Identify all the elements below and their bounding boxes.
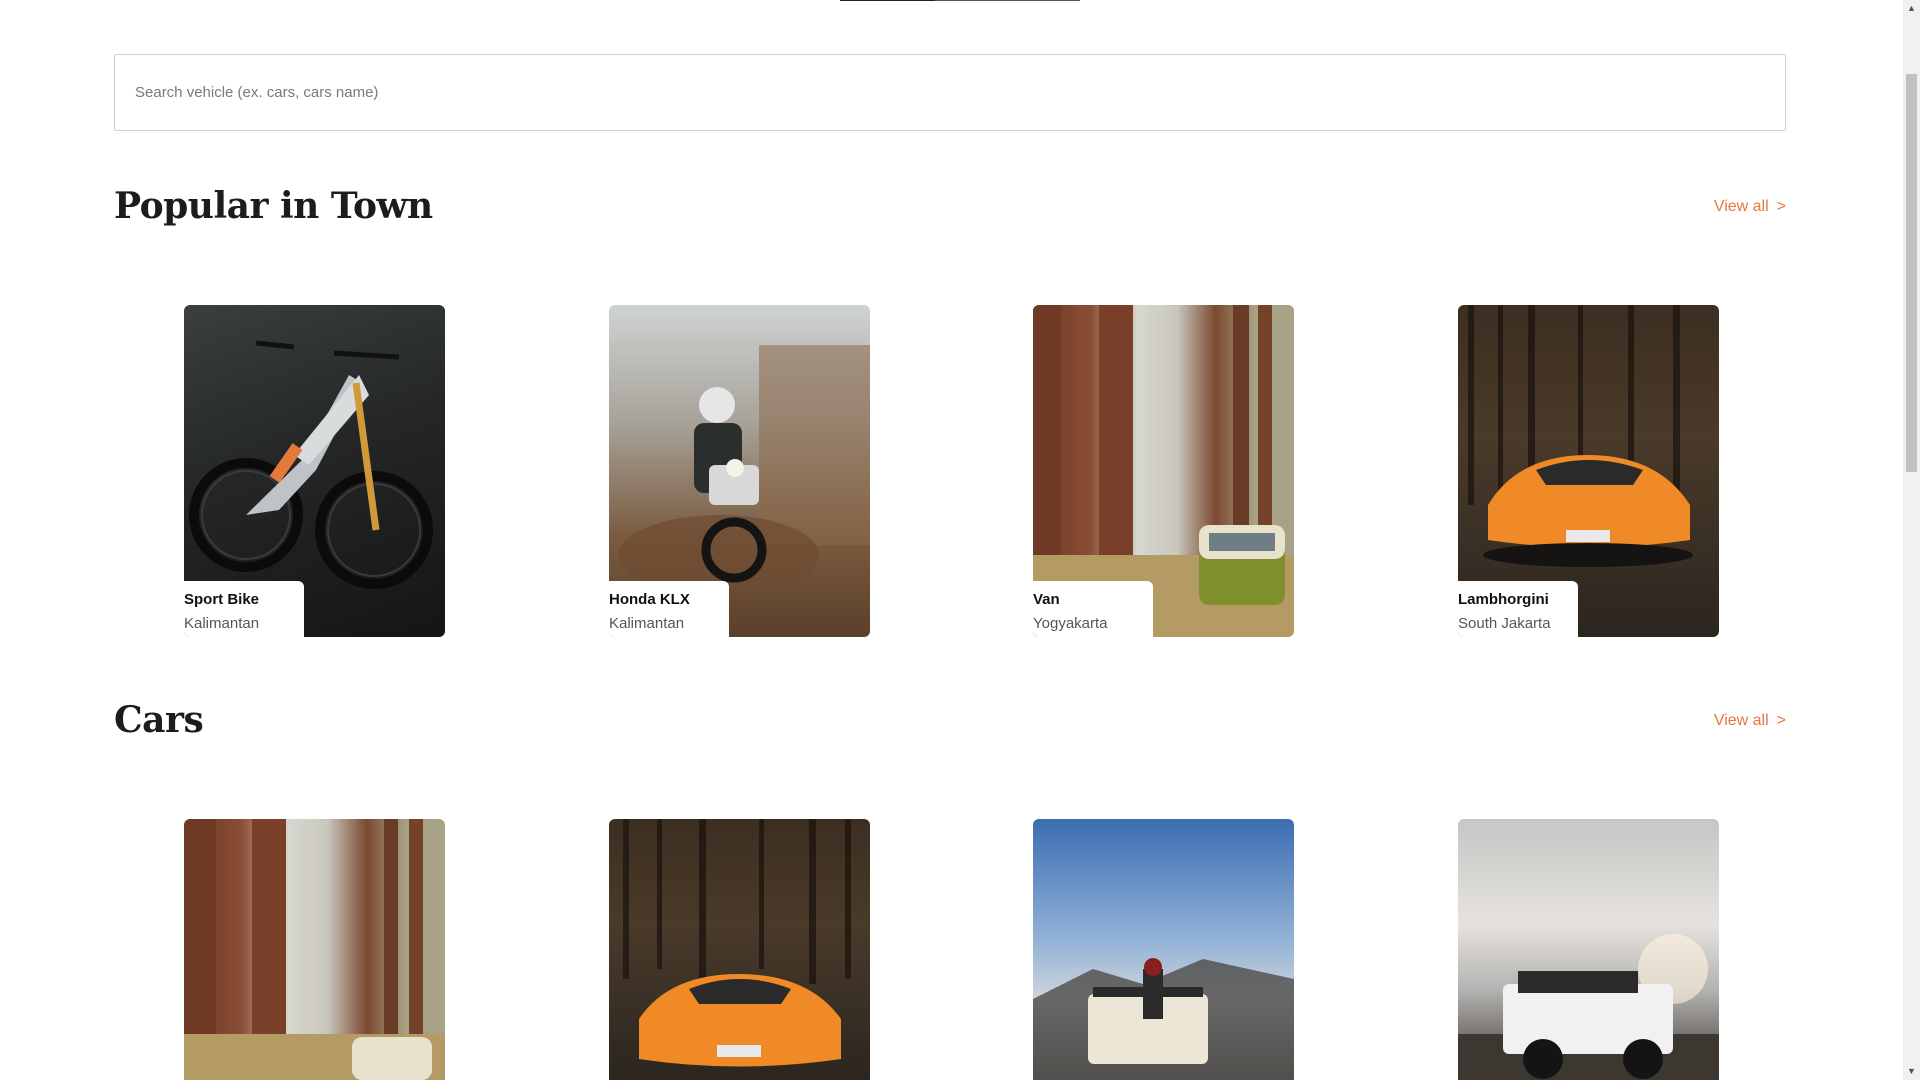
vehicle-name: Sport Bike (184, 591, 260, 608)
chevron-right-icon: > (1776, 198, 1786, 215)
scroll-down-arrow-icon[interactable]: ▼ (1903, 1063, 1920, 1080)
car-card[interactable] (609, 819, 870, 1080)
scrollbar-thumb[interactable] (1906, 74, 1917, 472)
view-all-label: View all (1713, 198, 1769, 215)
search-box[interactable] (114, 54, 1786, 131)
vehicle-card-lambhorgini[interactable]: Lambhorgini South Jakarta (1458, 305, 1719, 637)
vehicle-name: Van (1033, 591, 1060, 608)
vehicle-location: Yogyakarta (1033, 615, 1108, 632)
jeep-illustration (1458, 934, 1719, 1080)
vehicle-location: South Jakarta (1458, 615, 1551, 632)
card-label: Honda KLX Kalimantan (609, 581, 729, 637)
offroad-illustration (1033, 958, 1294, 1080)
scroll-up-arrow-icon[interactable]: ▲ (1903, 0, 1920, 17)
view-all-label: View all (1713, 712, 1769, 729)
vertical-scrollbar[interactable]: ▲ ▼ (1903, 0, 1920, 1080)
card-label: Lambhorgini South Jakarta (1458, 581, 1578, 637)
section-title-cars: Cars (114, 699, 204, 741)
vehicle-card-honda-klx[interactable]: Honda KLX Kalimantan (609, 305, 870, 637)
section-title-popular: Popular in Town (114, 185, 433, 227)
card-label: Van Yogyakarta (1033, 581, 1153, 637)
vehicle-card-van[interactable]: Van Yogyakarta (1033, 305, 1294, 637)
view-all-cars-link[interactable]: View all > (1714, 712, 1786, 730)
chevron-right-icon: > (1776, 712, 1786, 729)
vehicle-photo (184, 819, 445, 1080)
card-label: Sport Bike Kalimantan (184, 581, 304, 637)
vehicle-location: Kalimantan (609, 615, 685, 632)
vehicle-name: Honda KLX (609, 591, 690, 608)
page: Popular in Town View all > Sport Bike Kal… (0, 0, 1903, 1080)
vehicle-photo (1033, 819, 1294, 1080)
vehicle-name: Lambhorgini (1458, 591, 1549, 608)
vehicle-location: Kalimantan (184, 615, 260, 632)
car-card[interactable] (184, 819, 445, 1080)
sportscar-illustration (623, 819, 851, 1067)
van-illustration (184, 819, 445, 1080)
view-all-popular-link[interactable]: View all > (1714, 198, 1786, 216)
vehicle-card-sport-bike[interactable]: Sport Bike Kalimantan (184, 305, 445, 637)
top-nav-indicator (840, 0, 1080, 1)
search-input[interactable] (115, 55, 1785, 130)
vehicle-photo (1458, 819, 1719, 1080)
car-card[interactable] (1033, 819, 1294, 1080)
vehicle-photo (609, 819, 870, 1080)
car-card[interactable] (1458, 819, 1719, 1080)
